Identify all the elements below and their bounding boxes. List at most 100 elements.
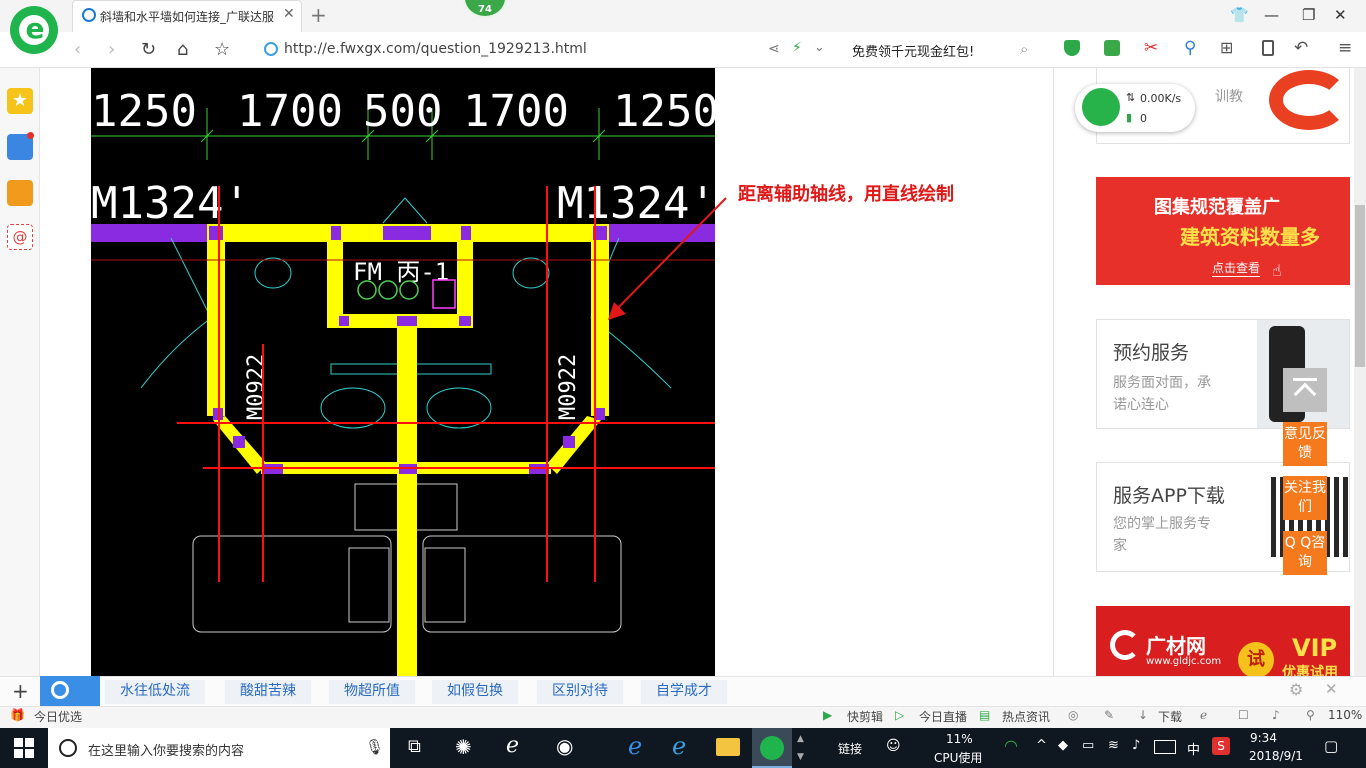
ad1-cta[interactable]: 点击查看 <box>1212 259 1261 277</box>
cortana-circle-icon <box>59 739 77 757</box>
translate-icon[interactable] <box>1104 40 1120 56</box>
ad-banner-atlas[interactable]: 图集规范覆盖广 建筑资料数量多 点击查看 ☝ <box>1096 177 1350 285</box>
zoom-icon[interactable]: ⚲ <box>1306 708 1315 722</box>
tag-4[interactable]: 如假包换 <box>432 680 518 704</box>
scroll-to-top-button[interactable] <box>1283 368 1327 412</box>
tab-close-icon[interactable]: ✕ <box>283 6 295 22</box>
undo-icon[interactable]: ↶ <box>1294 38 1308 58</box>
tab-title: 斜墙和水平墙如何连接_广联达服 <box>100 10 275 24</box>
close-window-icon[interactable]: ✕ <box>1334 6 1347 24</box>
address-dropdown-icon[interactable]: ⌄ <box>814 40 825 55</box>
taskbar-search-placeholder[interactable]: 在这里输入你要搜索的内容 <box>88 740 244 759</box>
minimize-icon[interactable]: — <box>1264 6 1279 24</box>
room-label: FM 丙-1 <box>353 258 449 286</box>
refresh-icon[interactable]: ↻ <box>141 39 156 60</box>
cpu-label: CPU使用 <box>934 751 983 765</box>
annotation-text: 距离辅助轴线，用直线绘制 <box>738 184 954 205</box>
windows-start-icon[interactable] <box>14 738 34 758</box>
back-icon[interactable]: ‹ <box>74 39 81 60</box>
qq-consult-button[interactable]: Q Q咨询 <box>1283 531 1327 575</box>
settings-gear-icon[interactable]: ⚙ <box>1289 680 1303 699</box>
shirt-skin-icon[interactable]: 👕 <box>1230 6 1249 24</box>
gift-icon[interactable]: 🎁 <box>10 708 25 722</box>
feedback-button[interactable]: 意见反馈 <box>1283 422 1327 466</box>
sogou-ime-icon[interactable]: S <box>1212 737 1230 755</box>
apps-grid-icon[interactable]: ⊞ <box>1220 38 1233 57</box>
ad-banner-gldjc[interactable]: 广材网 www.gldjc.com 试 VIP 优惠试用 <box>1096 606 1350 676</box>
tag-3[interactable]: 物超所值 <box>329 680 415 704</box>
tray-device-icon[interactable]: ▭ <box>1082 738 1094 753</box>
promo-link[interactable]: 免费领千元现金红包! <box>852 41 974 60</box>
follow-button[interactable]: 关注我们 <box>1283 476 1327 520</box>
edge-app-icon[interactable]: ℯ <box>506 733 519 758</box>
window-icon[interactable]: ☐ <box>1238 708 1249 722</box>
search-icon[interactable]: ⌕ <box>1020 40 1028 58</box>
mobile-icon[interactable] <box>1262 40 1274 56</box>
status-item-1[interactable]: 快剪辑 <box>847 708 883 725</box>
clock-date[interactable]: 2018/9/1 <box>1249 749 1303 763</box>
tag-6[interactable]: 自学成才 <box>641 680 727 704</box>
tray-bell-icon[interactable]: ◆ <box>1058 738 1068 753</box>
globe-icon[interactable]: ◎ <box>1068 708 1078 722</box>
cad-drawing: 1250 1700 500 1700 1250 M1324' M1324' FM… <box>91 68 715 676</box>
menu-icon[interactable]: ≡ <box>1338 38 1352 58</box>
tray-volume-icon[interactable]: ♪ <box>1132 738 1140 753</box>
zoom-level[interactable]: 110% <box>1328 708 1362 722</box>
pointer-hand-icon: ☝ <box>1272 261 1282 280</box>
volume-icon[interactable]: ♪ <box>1272 708 1280 722</box>
people-icon[interactable]: ☺ <box>886 738 901 754</box>
shield-icon[interactable] <box>1064 40 1080 56</box>
wifi-tray-icon[interactable]: ◠ <box>1004 736 1018 755</box>
clock-time[interactable]: 9:34 <box>1250 731 1277 745</box>
microphone-icon[interactable]: 🎙 <box>365 738 384 756</box>
restore-icon[interactable]: ❐ <box>1302 6 1315 24</box>
battery-icon: ▮ <box>1126 111 1133 124</box>
edge-browser-icon[interactable]: ℯ <box>628 732 642 760</box>
news-icon[interactable]: ▤ <box>979 708 990 722</box>
new-tab-icon[interactable]: + <box>310 3 327 27</box>
tag-2[interactable]: 酸甜苦辣 <box>225 680 311 704</box>
keyboard-icon[interactable] <box>1154 740 1176 754</box>
magnifier-icon[interactable]: ⚲ <box>1184 38 1196 58</box>
task-view-icon[interactable]: ⧉ <box>408 736 421 757</box>
dim-3: 500 <box>363 86 442 137</box>
forward-icon[interactable]: › <box>108 39 115 60</box>
screenshot-scissors-icon[interactable]: ✂ <box>1144 38 1158 58</box>
file-explorer-icon[interactable] <box>716 738 740 756</box>
ie-icon[interactable]: ℯ <box>1200 708 1207 722</box>
home-icon[interactable]: ⌂ <box>177 39 188 60</box>
status-item-2[interactable]: 今日直播 <box>919 708 967 725</box>
status-item-4[interactable]: 下载 <box>1158 708 1182 725</box>
vertical-scrollbar[interactable] <box>1354 68 1366 676</box>
weibo-icon[interactable] <box>7 180 33 206</box>
net-speed-arrow-icon: ⇅ <box>1126 91 1136 104</box>
close-tagbar-icon[interactable]: ✕ <box>1325 680 1338 698</box>
scrollbar-thumb[interactable] <box>1355 205 1365 367</box>
bookmark-star-icon[interactable]: ☆ <box>214 39 230 60</box>
ie-browser-icon[interactable]: ℯ <box>672 732 686 760</box>
net-count: 0 <box>1140 112 1147 125</box>
ime-indicator[interactable]: 中 <box>1187 739 1200 758</box>
url-text[interactable]: http://e.fwxgx.com/question_1929213.html <box>284 41 587 57</box>
favorites-star-icon[interactable]: ★ <box>7 88 33 114</box>
spiral-app-icon[interactable]: ◉ <box>556 734 573 758</box>
link-label[interactable]: 链接 <box>838 740 862 757</box>
action-center-icon[interactable]: ▢ <box>1324 737 1338 755</box>
taskbar-scroll-icon[interactable]: ▲ ▼ <box>797 730 804 766</box>
tray-network-icon[interactable]: ≋ <box>1108 738 1119 753</box>
speed-bolt-icon[interactable]: ⚡ <box>792 40 802 56</box>
tag-1[interactable]: 水往低处流 <box>105 680 205 704</box>
clip-icon[interactable]: ▶ <box>823 708 832 722</box>
tag-search-button[interactable] <box>40 676 100 706</box>
status-item-3[interactable]: 热点资讯 <box>1002 708 1050 725</box>
daily-picks[interactable]: 今日优选 <box>34 708 82 725</box>
pin-icon[interactable]: ✎ <box>1104 708 1114 722</box>
add-icon[interactable]: + <box>12 679 29 703</box>
email-icon[interactable]: @ <box>7 224 33 250</box>
share-icon[interactable]: ⋖ <box>768 41 780 57</box>
tag-5[interactable]: 区别对待 <box>537 680 623 704</box>
download-icon[interactable]: ↓ <box>1138 708 1148 722</box>
tray-expand-icon[interactable]: ^ <box>1036 738 1047 753</box>
live-icon[interactable]: ▷ <box>895 708 904 722</box>
pinwheel-app-icon[interactable]: ✺ <box>455 735 472 759</box>
